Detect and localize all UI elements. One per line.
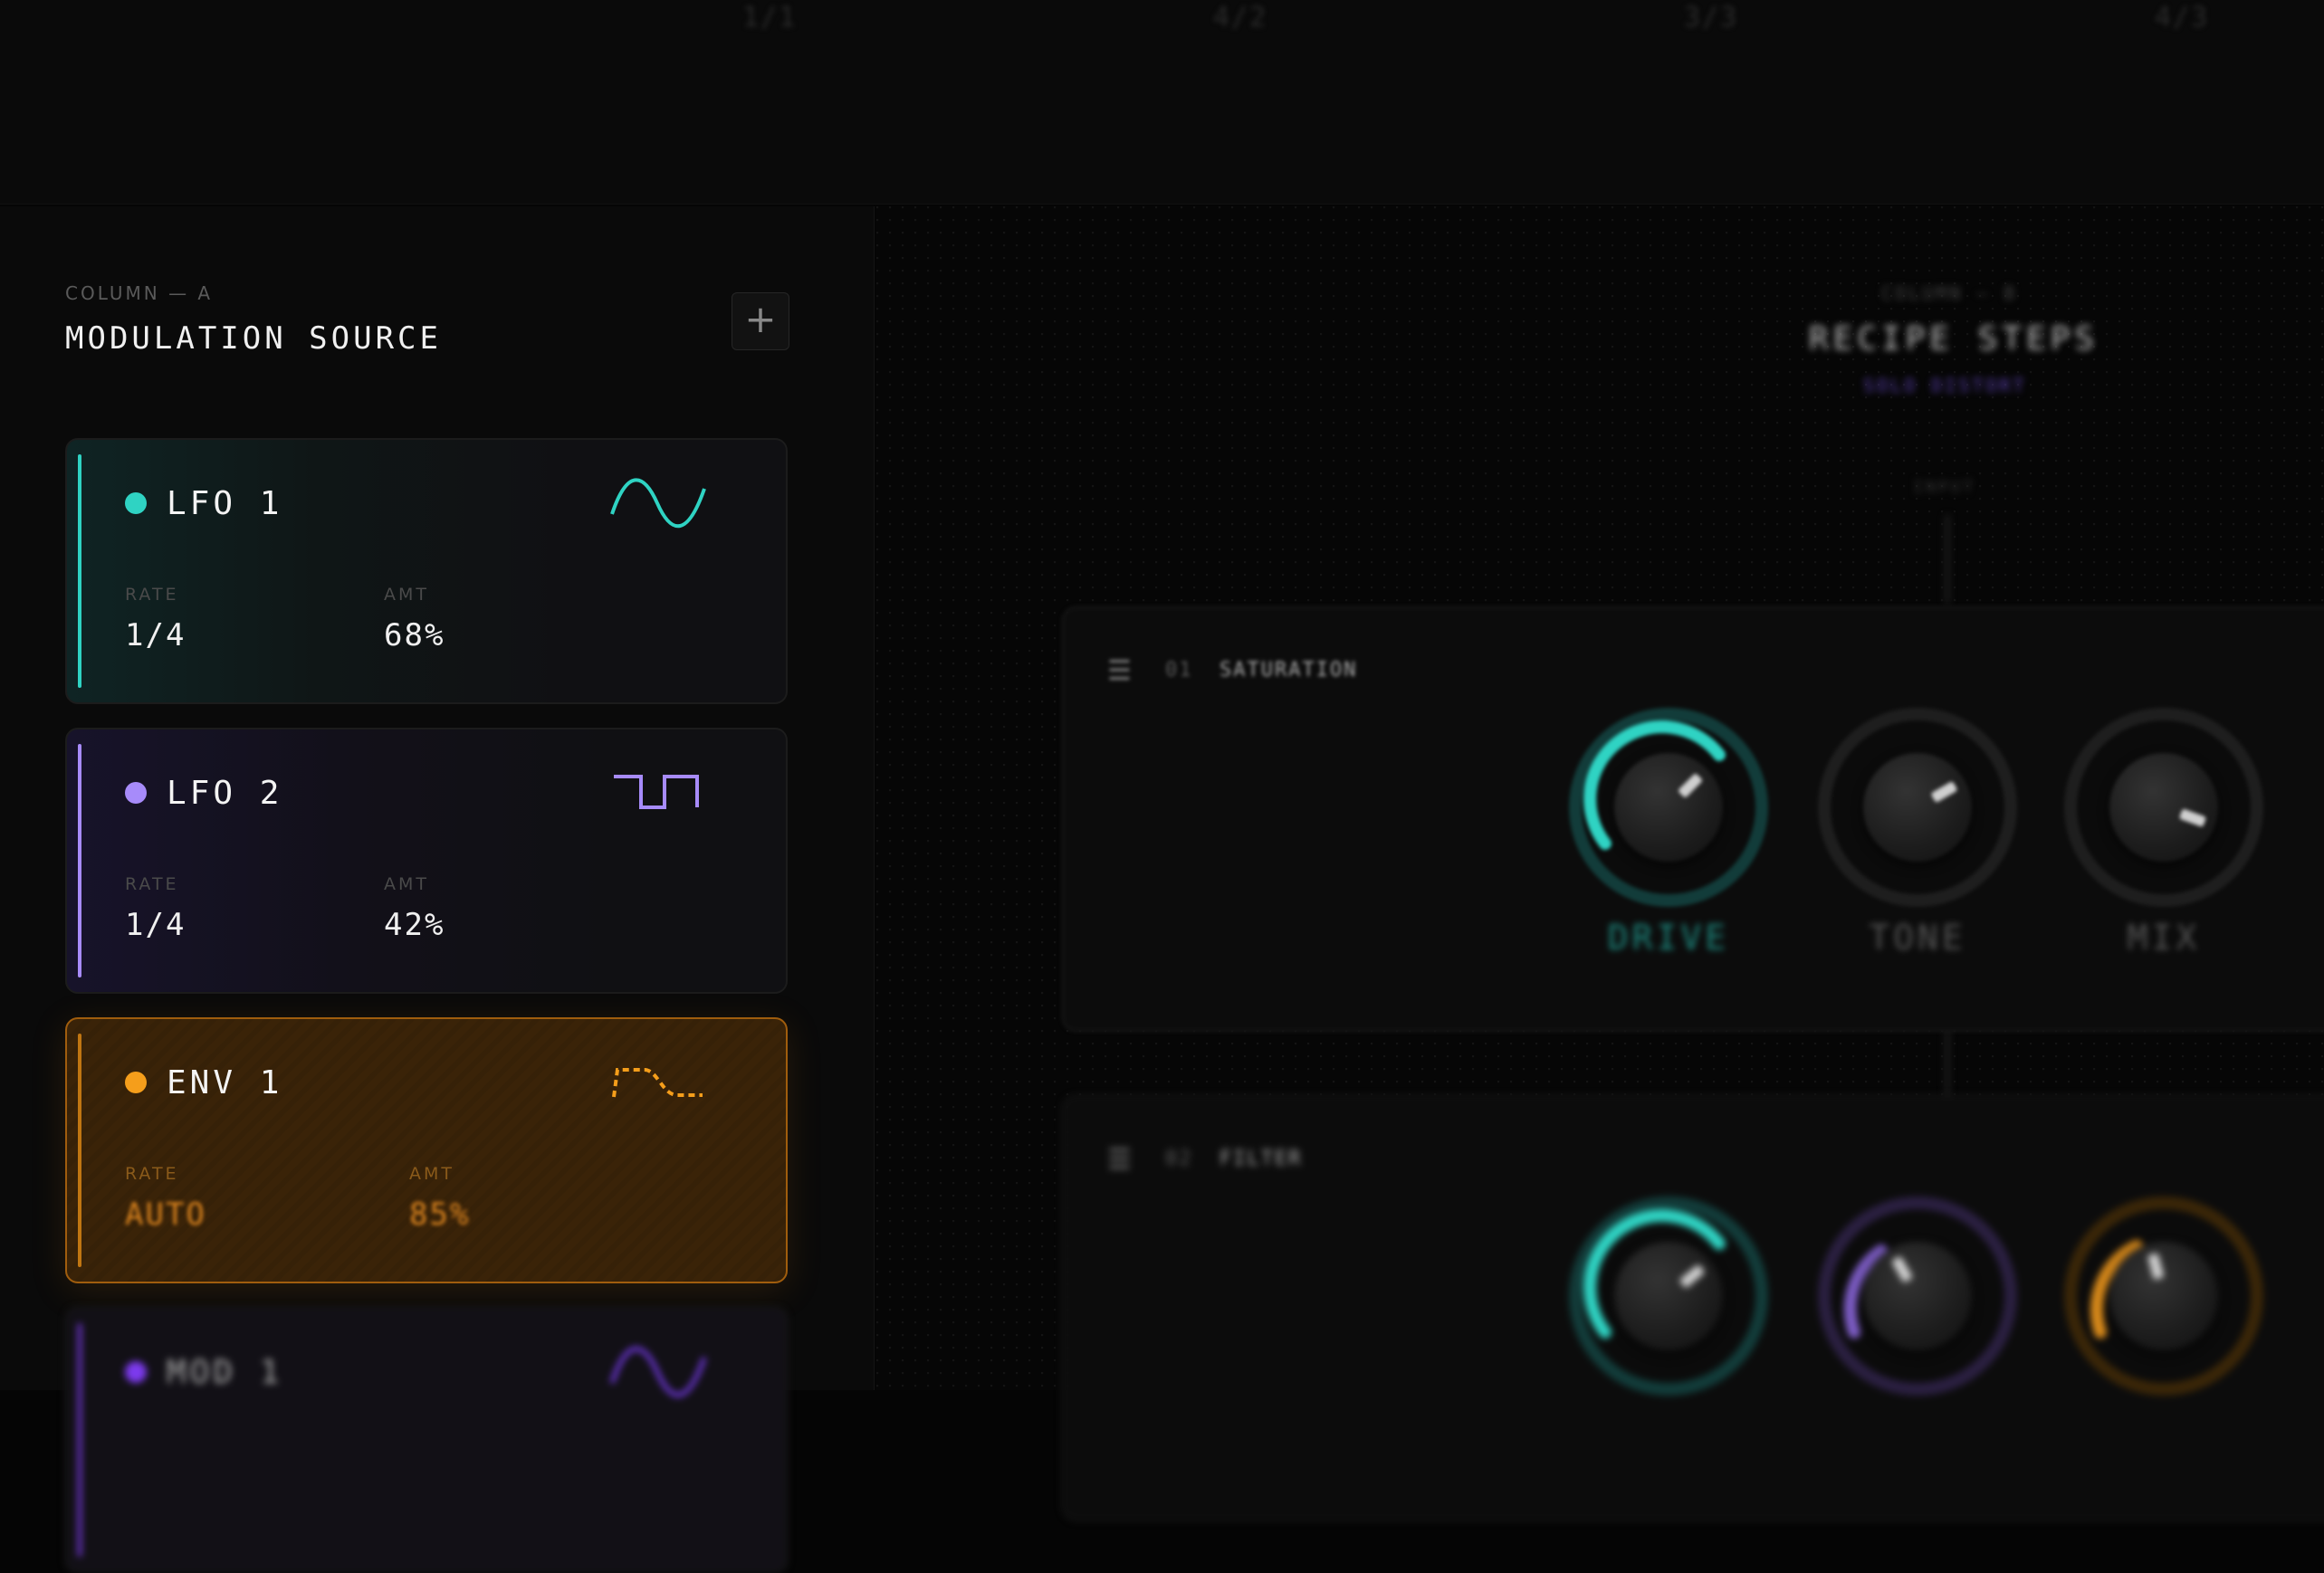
source-name: ENV 1 bbox=[167, 1064, 283, 1101]
recipe-step-card[interactable]: ☰ 01 SATURATION DRIVE TONE MIX bbox=[1062, 606, 2324, 1032]
step-number: 01 bbox=[1165, 659, 1193, 682]
rate-label: RATE bbox=[125, 1164, 179, 1184]
add-source-button[interactable]: + bbox=[732, 292, 789, 350]
mod-source-card-lfo2[interactable]: LFO 2 RATE 1/4 AMT 42% bbox=[65, 728, 788, 994]
rate-label: RATE bbox=[125, 874, 179, 894]
filter-knob[interactable] bbox=[1569, 1196, 1768, 1396]
drag-handle-icon[interactable]: ☰ bbox=[1107, 655, 1132, 687]
step-number: 02 bbox=[1165, 1148, 1193, 1170]
tone-knob[interactable] bbox=[1818, 708, 2017, 907]
filter-knob[interactable] bbox=[1818, 1196, 2017, 1396]
rate-label: RATE bbox=[125, 585, 179, 605]
source-name: MOD 1 bbox=[167, 1354, 283, 1391]
ruler-tick: 3/3 bbox=[1684, 2, 1739, 33]
column-title: MODULATION SOURCE bbox=[65, 320, 442, 357]
source-name: LFO 2 bbox=[167, 775, 283, 812]
drive-knob[interactable] bbox=[1569, 708, 1768, 907]
knob-label: DRIVE bbox=[1607, 918, 1730, 958]
square-wave-icon bbox=[614, 775, 699, 809]
amt-value[interactable]: 85% bbox=[409, 1196, 470, 1233]
source-color-dot bbox=[125, 1072, 147, 1093]
source-color-dot bbox=[125, 492, 147, 514]
amt-label: AMT bbox=[384, 585, 429, 605]
knob-label: MIX bbox=[2127, 918, 2201, 958]
column-label: COLUMN — B bbox=[1881, 282, 2018, 304]
sine-icon bbox=[609, 1346, 707, 1397]
timeline-ruler: 1/1 4/2 3/3 4/3 bbox=[0, 0, 2324, 205]
drag-handle-icon[interactable]: ☰ bbox=[1107, 1144, 1132, 1176]
rate-value[interactable]: 1/4 bbox=[125, 617, 186, 653]
column-label: COLUMN — A bbox=[65, 282, 214, 304]
column-title: RECIPE STEPS bbox=[1809, 320, 2099, 358]
ruler-tick: 4/2 bbox=[1213, 2, 1268, 33]
input-label: INPUT bbox=[1913, 478, 1976, 497]
source-name: LFO 1 bbox=[167, 485, 283, 522]
rate-value[interactable]: 1/4 bbox=[125, 907, 186, 943]
card-accent-stripe bbox=[78, 1323, 81, 1557]
amt-value[interactable]: 42% bbox=[384, 907, 445, 943]
ruler-tick: 1/1 bbox=[742, 2, 798, 33]
amt-label: AMT bbox=[384, 874, 429, 894]
knob-label: TONE bbox=[1869, 918, 1966, 958]
amt-label: AMT bbox=[409, 1164, 454, 1184]
card-accent-stripe bbox=[78, 454, 81, 688]
ruler-tick: 4/3 bbox=[2155, 2, 2210, 33]
mod-source-card-lfo1[interactable]: LFO 1 RATE 1/4 AMT 68% bbox=[65, 438, 788, 704]
card-accent-stripe bbox=[78, 1034, 81, 1267]
rate-value[interactable]: AUTO bbox=[125, 1196, 206, 1233]
recipe-steps-column: COLUMN — B RECIPE STEPS SOLO DISTORT INP… bbox=[876, 206, 2324, 1521]
mod-source-card-env1[interactable]: ENV 1 RATE AUTO AMT 85% bbox=[65, 1017, 788, 1283]
step-name: FILTER bbox=[1219, 1148, 1303, 1170]
mod-source-card-mod1[interactable]: MOD 1 bbox=[65, 1307, 788, 1573]
column-subtitle: SOLO DISTORT bbox=[1863, 375, 2027, 396]
modulation-source-column: COLUMN — A MODULATION SOURCE + LFO 1 RAT… bbox=[0, 206, 875, 1573]
source-color-dot bbox=[125, 782, 147, 804]
amt-value[interactable]: 68% bbox=[384, 617, 445, 653]
recipe-step-card[interactable]: ☰ 02 FILTER bbox=[1062, 1095, 2324, 1521]
source-color-dot bbox=[125, 1361, 147, 1383]
step-name: SATURATION bbox=[1219, 659, 1358, 682]
envelope-icon bbox=[612, 1068, 703, 1098]
signal-connector bbox=[1945, 514, 1950, 605]
mix-knob[interactable] bbox=[2064, 708, 2263, 907]
filter-knob[interactable] bbox=[2064, 1196, 2263, 1396]
card-accent-stripe bbox=[78, 744, 81, 977]
sine-icon bbox=[610, 478, 706, 529]
